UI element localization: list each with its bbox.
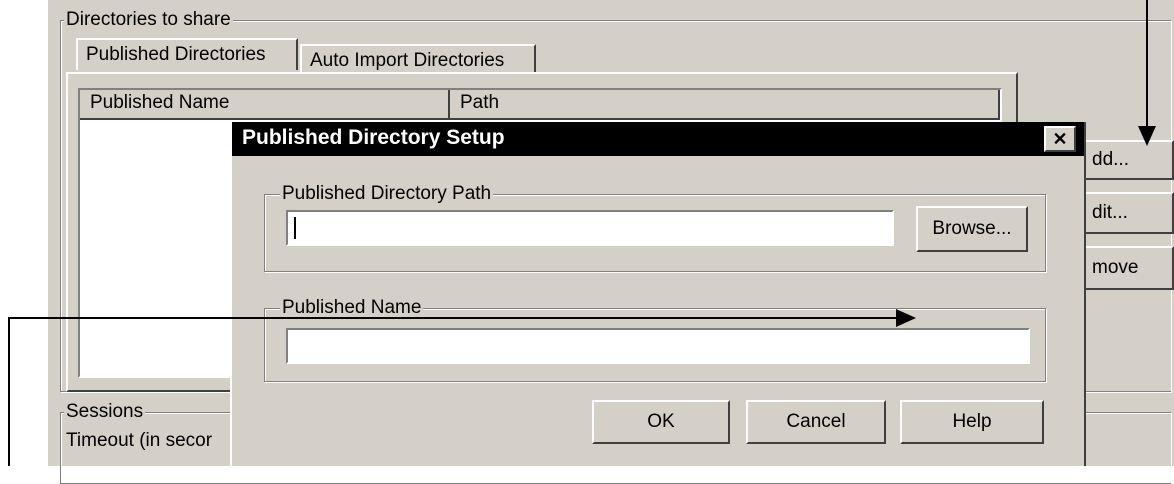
ok-button[interactable]: OK — [592, 400, 730, 444]
column-header-published-name[interactable]: Published Name — [80, 90, 450, 120]
tab-published-directories[interactable]: Published Directories — [76, 38, 298, 70]
callout-line-horizontal — [8, 317, 900, 319]
add-button-label: dd... — [1092, 149, 1129, 170]
cancel-button-label: Cancel — [786, 411, 846, 432]
name-group-label: Published Name — [280, 297, 424, 318]
sessions-group-label: Sessions — [64, 401, 146, 422]
edit-button-label: dit... — [1092, 202, 1128, 223]
arrow-icon — [896, 309, 916, 327]
help-button-label: Help — [952, 411, 992, 432]
help-button[interactable]: Help — [900, 400, 1044, 444]
callout-line-top-right — [1146, 0, 1148, 132]
directories-group-label: Directories to share — [64, 9, 233, 30]
browse-button[interactable]: Browse... — [916, 206, 1028, 252]
path-group-label: Published Directory Path — [280, 183, 494, 204]
remove-button-label: move — [1092, 257, 1139, 278]
callout-line-vertical — [8, 318, 10, 466]
arrow-icon — [1138, 126, 1156, 146]
tab-auto-import-directories[interactable]: Auto Import Directories — [300, 44, 536, 72]
column-header-path[interactable]: Path — [450, 90, 1000, 120]
close-button[interactable]: ✕ — [1044, 126, 1076, 152]
timeout-label: Timeout (in secor — [66, 430, 213, 451]
dialog-title: Published Directory Setup — [242, 126, 505, 149]
dialog-titlebar[interactable]: Published Directory Setup ✕ — [232, 122, 1084, 156]
path-input[interactable] — [286, 210, 894, 246]
cancel-button[interactable]: Cancel — [746, 400, 886, 444]
browse-button-label: Browse... — [932, 218, 1012, 239]
ok-button-label: OK — [647, 411, 675, 432]
text-caret — [294, 217, 296, 239]
published-directory-setup-dialog: Published Directory Setup ✕ Published Di… — [230, 122, 1086, 466]
close-icon: ✕ — [1052, 128, 1068, 149]
published-name-input[interactable] — [286, 328, 1030, 364]
